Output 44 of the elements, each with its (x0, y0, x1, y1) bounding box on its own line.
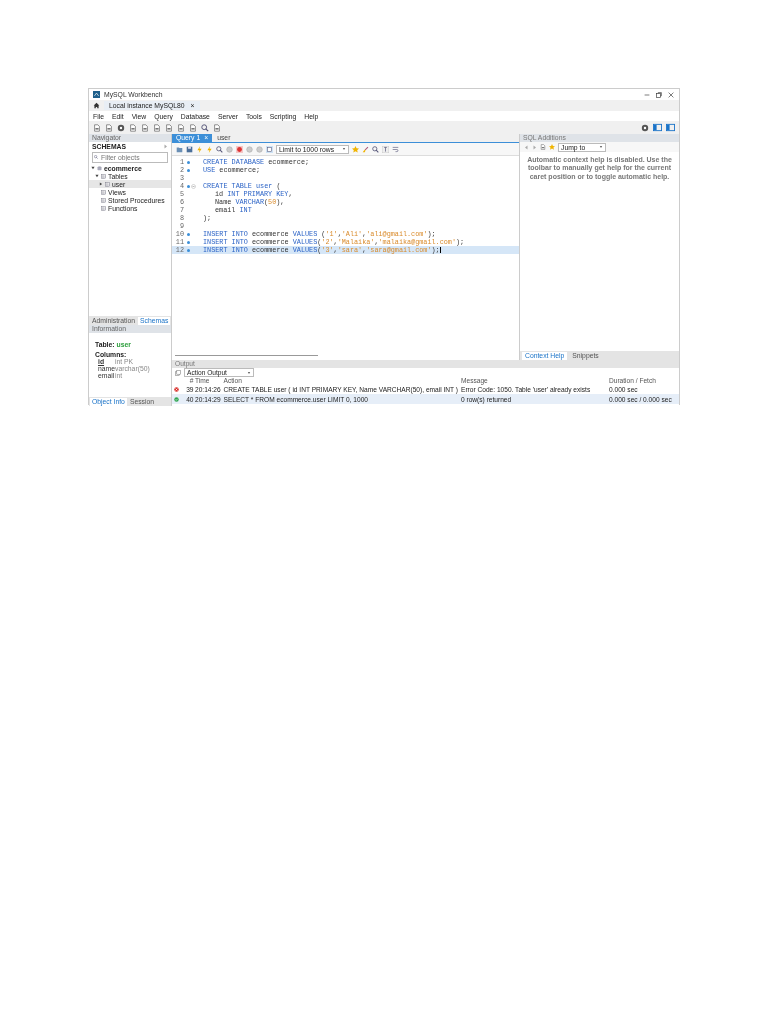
close-icon[interactable] (667, 90, 675, 99)
table-icon (101, 189, 106, 195)
tree-toggle-icon[interactable] (99, 182, 103, 186)
file-icon[interactable] (129, 123, 137, 132)
file-icon[interactable] (153, 123, 161, 132)
caret-icon (246, 370, 251, 375)
file-icon[interactable] (165, 123, 173, 132)
magnifier-icon[interactable] (201, 123, 209, 132)
wrap-icon[interactable] (392, 145, 400, 153)
floppy-icon[interactable] (186, 145, 193, 153)
star-icon[interactable] (352, 145, 360, 153)
star-icon[interactable] (549, 144, 555, 150)
caret-icon (599, 145, 604, 149)
brush-icon[interactable] (362, 145, 370, 153)
gear-icon[interactable] (117, 123, 125, 132)
file-icon[interactable] (93, 123, 101, 132)
tree-toggle-icon[interactable] (95, 174, 99, 178)
home-icon[interactable] (93, 102, 100, 109)
copy-icon[interactable] (175, 369, 181, 376)
magnifier-icon[interactable] (216, 145, 223, 153)
success-icon (174, 396, 179, 402)
settings-icon[interactable] (641, 123, 649, 132)
stop-icon[interactable] (236, 145, 243, 153)
table-icon (101, 205, 106, 211)
table-icon (101, 173, 106, 179)
table-icon (105, 181, 110, 187)
scrollbar[interactable] (175, 355, 318, 356)
file-icon[interactable] (141, 123, 149, 132)
tree-toggle-icon[interactable] (91, 166, 95, 170)
file-icon[interactable] (189, 123, 197, 132)
text-cursor (439, 247, 441, 253)
search-icon (94, 154, 98, 159)
restore-icon[interactable] (655, 90, 663, 99)
folder-icon[interactable] (176, 145, 183, 153)
database-icon (97, 165, 102, 171)
file-icon[interactable] (177, 123, 185, 132)
file-icon[interactable] (213, 123, 221, 132)
layout-icon[interactable] (653, 123, 662, 132)
file-icon[interactable] (105, 123, 113, 132)
file-icon[interactable] (540, 144, 546, 150)
caret-icon (342, 147, 347, 151)
layout-icon[interactable] (666, 123, 675, 132)
magnifier-icon[interactable] (372, 145, 380, 153)
table-icon (101, 197, 106, 203)
